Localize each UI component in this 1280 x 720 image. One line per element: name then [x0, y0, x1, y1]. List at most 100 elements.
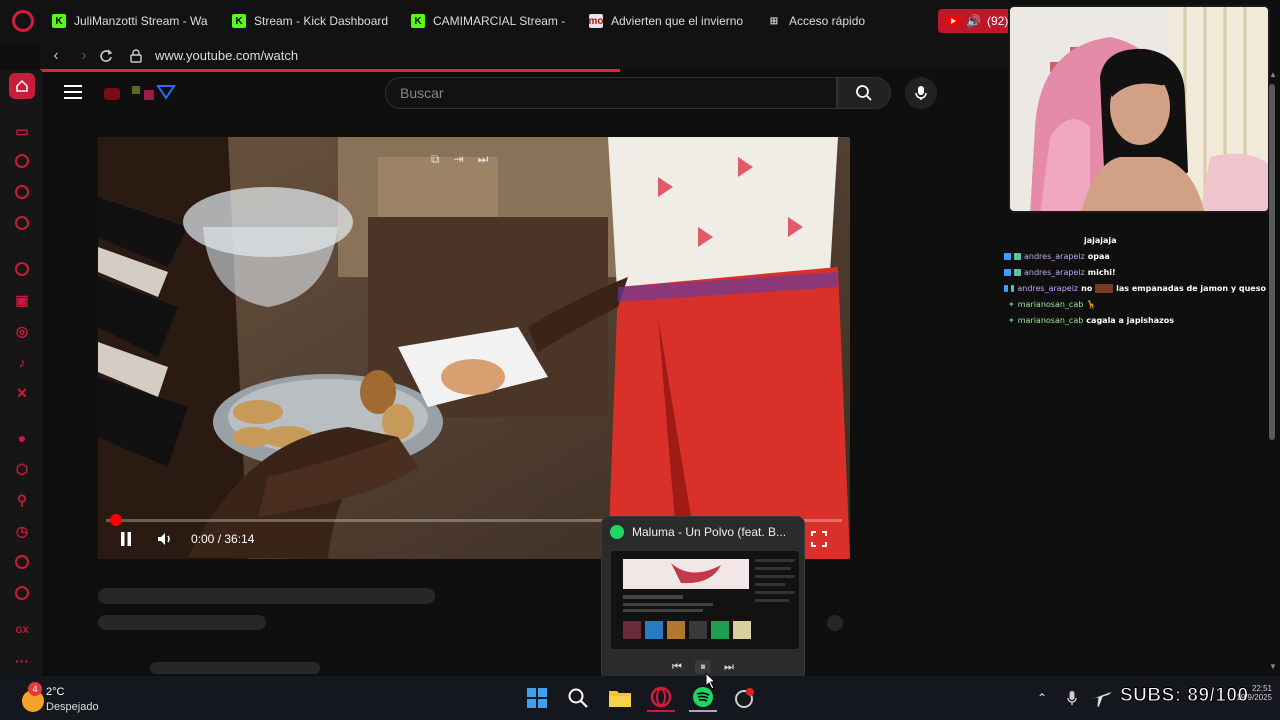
youtube-header: Buscar	[42, 72, 1010, 116]
ai-icon[interactable]	[13, 584, 31, 602]
channel-skeleton	[98, 615, 266, 630]
pip-icon[interactable]: ⇥	[454, 152, 464, 172]
tab-label: Stream - Kick Dashboard	[254, 14, 389, 28]
next-icon[interactable]: ⏭	[478, 152, 489, 172]
browser-tab-bar: K JuliManzotti Stream - Wa K Stream - Ki…	[0, 0, 1010, 42]
youtube-icon	[946, 16, 960, 26]
spotify-window-thumbnail[interactable]	[611, 551, 799, 649]
search-button[interactable]	[837, 77, 891, 109]
chevron-up-icon[interactable]: ⌃	[1028, 684, 1056, 712]
reload-icon[interactable]	[96, 46, 116, 66]
more-icon[interactable]: ···	[13, 652, 31, 670]
clock-time: 22:51	[1251, 684, 1272, 693]
record-icon[interactable]: ●	[13, 429, 31, 447]
tab-julimanzotti[interactable]: K JuliManzotti Stream - Wa	[52, 10, 210, 32]
volume-button[interactable]	[156, 530, 174, 551]
badge-icon	[1004, 252, 1011, 260]
title-skeleton	[98, 588, 435, 604]
back-arrow-icon[interactable]: ‹	[46, 46, 66, 66]
shield-icon[interactable]: ⬡	[13, 460, 31, 478]
miniplayer-icon[interactable]: ⧉	[431, 152, 440, 172]
fullscreen-button[interactable]	[810, 530, 828, 551]
chat-message: ✦ marianosan_cab 🦒	[1004, 296, 1266, 312]
grid-icon: ⊞	[769, 15, 779, 27]
gx-icon[interactable]: GX	[13, 621, 31, 639]
tab-youtube-audio[interactable]: 🔊 (92)	[938, 9, 1010, 33]
weather-condition: Despejado	[46, 701, 99, 713]
chat-message: ✦ marianosan_cab cagala a japishazos	[1004, 312, 1266, 328]
x-icon[interactable]: ✕	[13, 384, 31, 402]
notification-badge: 4	[28, 682, 42, 696]
windows-start-icon[interactable]	[523, 684, 551, 712]
pause-icon	[121, 532, 131, 546]
scroll-down-icon[interactable]: ▼	[1269, 662, 1277, 671]
twitch-icon[interactable]: ▣	[13, 291, 31, 309]
microphone-icon[interactable]	[1058, 684, 1086, 712]
search-icon	[856, 85, 872, 101]
time-display: 0:00 / 36:14	[191, 532, 255, 546]
tab-quick-access[interactable]: ⊞ Acceso rápido	[767, 10, 897, 32]
spotify-preview-header: Maluma - Un Polvo (feat. B...	[610, 525, 800, 539]
chat-text: opaa	[1087, 251, 1110, 261]
overlay-icons: ⧉ ⇥ ⏭	[431, 152, 531, 172]
file-explorer-icon[interactable]	[606, 684, 634, 712]
instagram-icon[interactable]: ◎	[13, 322, 31, 340]
tiktok-icon[interactable]: ♪	[13, 353, 31, 371]
search-input[interactable]: Buscar	[385, 77, 837, 109]
pause-button[interactable]	[118, 530, 136, 548]
spotify-preview-popup[interactable]: Maluma - Un Polvo (feat. B... ⏮ ⏸ ⏭	[601, 516, 805, 680]
video-frame-image	[98, 137, 850, 559]
badge-icon	[1004, 284, 1008, 292]
voice-search-button[interactable]	[905, 77, 937, 109]
tab-camimarcial[interactable]: K CAMIMARCIAL Stream -	[411, 10, 569, 32]
volume-icon	[158, 533, 170, 545]
tab-label: Advierten que el invierno	[611, 14, 744, 28]
tab-label: Acceso rápido	[789, 14, 866, 28]
next-track-icon[interactable]: ⏭	[721, 660, 737, 674]
video-player[interactable]: ⧉ ⇥ ⏭	[98, 137, 850, 559]
search-icon[interactable]	[564, 684, 592, 712]
opera-sidebar: ▭ ▣ ◎ ♪ ✕ ● ⬡ ⚲ ◷ GX ···	[0, 70, 42, 680]
app-icon[interactable]	[730, 684, 758, 712]
opera-gx-icon[interactable]	[647, 684, 675, 712]
previous-track-icon[interactable]: ⏮	[669, 660, 685, 674]
gamepad-icon[interactable]: ▭	[13, 122, 31, 140]
history-icon[interactable]: ◷	[13, 522, 31, 540]
menu-icon[interactable]	[64, 85, 82, 99]
ai-icon[interactable]	[13, 152, 31, 170]
scroll-up-icon[interactable]: ▲	[1269, 70, 1277, 79]
kick-icon: K	[232, 14, 246, 28]
tab-news[interactable]: mo Advierten que el invierno	[589, 10, 747, 32]
badge-icon: ✦	[1008, 299, 1015, 309]
progress-scrubber[interactable]	[110, 514, 122, 526]
chat-message: andres_arapeiz no las empanadas de jamon…	[1004, 280, 1266, 296]
chat-text: no	[1081, 283, 1093, 293]
badge-icon	[1010, 284, 1015, 292]
home-icon[interactable]	[9, 73, 35, 99]
opera-logo-icon[interactable]	[12, 10, 34, 32]
ai-icon[interactable]	[13, 553, 31, 571]
mouse-cursor-icon	[705, 672, 717, 690]
pin-icon[interactable]: ⚲	[13, 491, 31, 509]
tab-kick-dashboard[interactable]: K Stream - Kick Dashboard	[232, 10, 392, 32]
url-field[interactable]: www.youtube.com/watch	[155, 48, 298, 63]
tab-label: CAMIMARCIAL Stream -	[433, 14, 566, 28]
speaker-icon: 🔊	[966, 14, 981, 28]
forward-arrow-icon[interactable]: ›	[74, 46, 94, 66]
chat-username: andres_arapeiz	[1024, 251, 1085, 261]
audio-tab-count: (92)	[986, 14, 1009, 28]
ai-icon[interactable]	[13, 260, 31, 278]
lock-icon[interactable]	[126, 46, 146, 66]
chat-message: jajajaja	[1004, 232, 1266, 248]
page-scrollbar[interactable]: ▲ ▼	[1268, 70, 1277, 680]
fullscreen-icon	[811, 531, 827, 547]
weather-widget[interactable]: 4 2°C Despejado	[18, 682, 128, 714]
system-clock[interactable]: 22:51 19/9/2025	[1216, 684, 1272, 702]
badge-icon	[1014, 252, 1021, 260]
scrollbar-thumb[interactable]	[1269, 84, 1275, 440]
ai-icon[interactable]	[13, 183, 31, 201]
ai-icon[interactable]	[13, 214, 31, 232]
tab-label: JuliManzotti Stream - Wa	[74, 14, 208, 28]
chat-username: marianosan_cab	[1017, 299, 1084, 309]
extension-icons[interactable]	[102, 82, 192, 104]
